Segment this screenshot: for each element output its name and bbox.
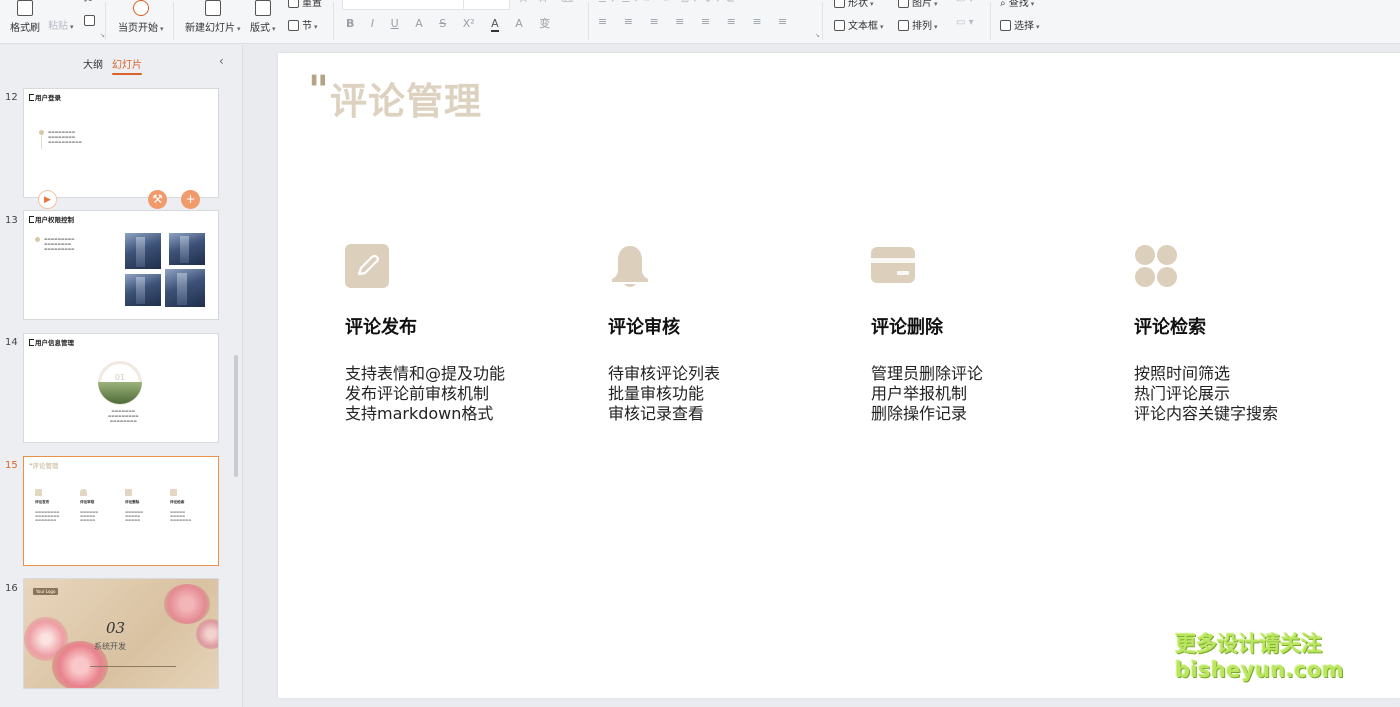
strikethrough-button[interactable]: S <box>439 17 446 30</box>
arrange-button[interactable]: 排列 ▾ <box>898 17 938 32</box>
building-image <box>125 274 161 306</box>
clover-grid-icon <box>1134 244 1178 288</box>
paste-button[interactable]: 粘贴 ▾ <box>48 17 74 32</box>
text-direction-button[interactable]: ≡ <box>778 15 787 28</box>
highlight-button[interactable]: A <box>515 17 523 30</box>
slide-thumbnail-14[interactable]: 用户信息管理 01 ▬▬▬▬▬▬▬ ▬▬▬▬▬▬▬▬▬ ▬▬▬▬▬▬▬▬ <box>23 333 219 443</box>
layout-icon <box>254 0 271 16</box>
picture-button[interactable]: 图片 ▾ <box>898 0 938 9</box>
font-color-button[interactable]: A <box>491 17 499 32</box>
quote-mark-decoration: " <box>308 67 329 114</box>
shape-icon <box>834 0 845 8</box>
feature-comment-search[interactable]: 评论检索 按照时间筛选 热门评论展示 评论内容关键字搜索 <box>1134 244 1374 423</box>
justify-button[interactable]: ≡ <box>675 15 684 28</box>
edit-pencil-icon <box>345 244 389 288</box>
cut-icon[interactable]: ✂ <box>84 0 92 6</box>
collapse-panel-icon[interactable]: ‹ <box>219 54 224 68</box>
picture-icon <box>898 0 909 8</box>
section-button[interactable]: 节 ▾ <box>288 17 318 32</box>
peony-flower <box>164 584 210 624</box>
slide-thumbnail-16[interactable]: Your Logo 03 系统开发 <box>23 578 219 689</box>
find-button[interactable]: ⌕ 查找 ▾ <box>1000 0 1034 9</box>
line-spacing-button[interactable]: ≡ <box>752 15 761 28</box>
slide-number: 14 <box>5 337 18 348</box>
card-icon <box>871 244 915 288</box>
select-icon <box>1000 20 1011 31</box>
char-shade-button[interactable]: A <box>415 17 423 30</box>
slide-thumbnail-12[interactable]: 用户登录 ▬▬▬▬▬▬▬▬ ▬▬▬▬▬▬▬▬ ▬▬▬▬▬▬▬▬▬▬ <box>23 88 219 198</box>
slide-number: 16 <box>5 583 18 594</box>
building-image <box>169 233 205 265</box>
textbox-button[interactable]: 文本框 ▾ <box>834 17 884 32</box>
shape-button[interactable]: 形状 ▾ <box>834 0 874 9</box>
brush-icon <box>17 0 33 16</box>
tab-slides[interactable]: 幻灯片 <box>112 56 142 75</box>
feature-comment-publish[interactable]: 评论发布 支持表情和@提及功能 发布评论前审核机制 支持markdown格式 <box>345 244 585 423</box>
clipboard-expand-icon[interactable]: ↘ <box>100 32 105 39</box>
feature-comment-delete[interactable]: 评论删除 管理员删除评论 用户举报机制 删除操作记录 <box>871 244 1111 423</box>
section-icon <box>288 20 299 31</box>
phonetic-button[interactable]: 变 <box>539 15 550 31</box>
feature-comment-review[interactable]: 评论审核 待审核评论列表 批量审核功能 审核记录查看 <box>608 244 848 423</box>
reset-button[interactable]: 重置 <box>288 0 322 9</box>
building-image <box>165 269 205 307</box>
textbox-icon <box>834 20 845 31</box>
slide-thumbnail-15[interactable]: "评论管理 评论发布 ▬▬▬▬▬▬▬▬ ▬▬▬▬▬▬▬▬ ▬▬▬▬▬▬▬ 评论审核 ▬▬… <box>23 456 219 566</box>
slide-tools-button[interactable]: ⚒ <box>148 190 167 209</box>
arrange-icon <box>898 20 909 31</box>
new-slide-button[interactable]: 新建幻灯片 ▾ <box>185 0 241 34</box>
play-icon <box>132 0 149 16</box>
bell-icon <box>608 244 652 288</box>
list-buttons[interactable]: ☰ ▾ ☰ ▾ ⇤ ⇥ ⊞ ▾ ⇕ ▾ ⧉ <box>598 0 734 5</box>
paragraph-align-group: ≡ ≡ ≡ ≡ ≡ ≡ ≡ ≡ <box>598 15 800 28</box>
slide-thumbnail-panel: 大纲 幻灯片 ‹ 12 用户登录 ▬▬▬▬▬▬▬▬ ▬▬▬▬▬▬▬▬ ▬▬▬▬▬▬▬… <box>0 45 243 707</box>
panel-scrollbar[interactable] <box>234 355 238 477</box>
font-family-select[interactable] <box>342 0 510 10</box>
superscript-button[interactable]: X² <box>463 17 475 30</box>
column-button[interactable]: ≡ <box>727 15 736 28</box>
layout-button[interactable]: 版式 ▾ <box>250 0 276 34</box>
slide-number: 13 <box>5 215 18 226</box>
add-slide-button[interactable]: + <box>181 190 200 209</box>
panel-tabs: 大纲 幻灯片 ‹ <box>0 45 243 79</box>
ribbon-toolbar: 格式刷 粘贴▾ ✂ 当页开始▾ 新建幻灯片▾ 版式▾ 重置 节▾ A A ⌫ B… <box>0 0 1400 44</box>
building-image <box>125 233 161 269</box>
align-center-button[interactable]: ≡ <box>624 15 633 28</box>
outline-icon[interactable]: ▭ ▾ <box>956 17 974 28</box>
tab-outline[interactable]: 大纲 <box>83 56 103 71</box>
slide-number: 15 <box>5 460 18 471</box>
distribute-button[interactable]: ≡ <box>701 15 710 28</box>
reset-icon <box>288 0 299 8</box>
slide-thumbnail-13[interactable]: 用户权限控制 ▬▬▬▬▬▬▬▬▬ ▬▬▬▬▬▬▬▬ ▬▬▬▬▬▬▬▬▬ <box>23 210 219 320</box>
copy-icon[interactable] <box>84 15 98 27</box>
italic-button[interactable]: I <box>371 17 374 30</box>
landscape-image <box>98 382 142 404</box>
watermark: 更多设计请关注 bisheyun.com <box>1175 632 1345 682</box>
select-button[interactable]: 选择 ▾ <box>1000 17 1040 32</box>
align-right-button[interactable]: ≡ <box>649 15 658 28</box>
bold-button[interactable]: B <box>346 17 354 30</box>
format-painter-button[interactable]: 格式刷 <box>10 0 40 34</box>
peony-flower <box>196 619 218 649</box>
font-size-icons[interactable]: A A ⌫ <box>520 0 573 5</box>
new-slide-icon <box>204 0 221 16</box>
underline-button[interactable]: U <box>391 17 399 30</box>
search-icon: ⌕ <box>1000 0 1006 9</box>
align-left-button[interactable]: ≡ <box>598 15 607 28</box>
text-format-group: B I U A S X² A A 变 <box>346 15 563 32</box>
paragraph-expand-icon[interactable]: ↘ <box>815 32 820 39</box>
slide-canvas[interactable]: " 评论管理 评论发布 支持表情和@提及功能 发布评论前审核机制 支持markd… <box>278 53 1400 698</box>
slide-title[interactable]: 评论管理 <box>330 71 482 125</box>
slide-number: 12 <box>5 92 18 103</box>
fill-icon[interactable]: ▭ ▾ <box>956 0 974 5</box>
play-from-current-button[interactable]: 当页开始 ▾ <box>118 0 164 34</box>
play-slide-button[interactable]: ▶ <box>38 190 57 209</box>
